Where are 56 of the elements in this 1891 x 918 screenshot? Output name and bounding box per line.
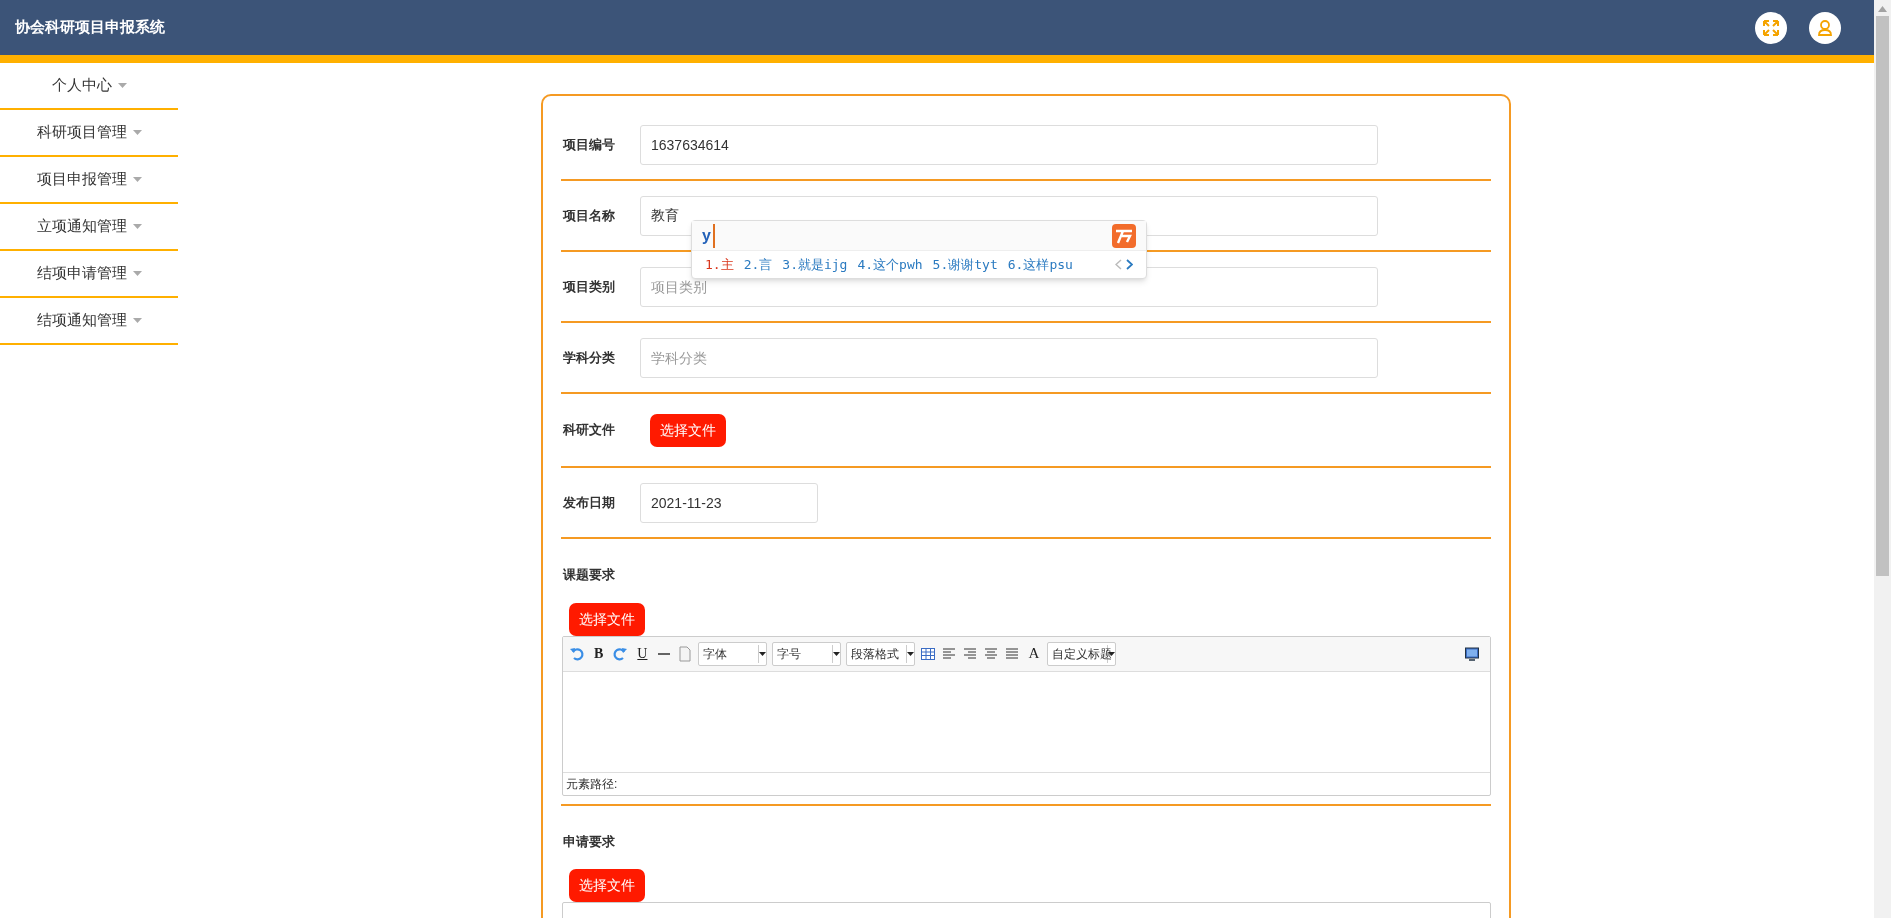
caret-icon[interactable]: [907, 651, 915, 656]
sidebar-item[interactable]: 结项申请管理: [0, 251, 178, 298]
sidebar-item[interactable]: 科研项目管理: [0, 110, 178, 157]
align-left-icon[interactable]: [941, 645, 958, 662]
previous-icon[interactable]: [1115, 259, 1122, 270]
caret-icon: [132, 177, 142, 182]
align-center-icon[interactable]: [983, 645, 1000, 662]
scrollbar[interactable]: [1874, 0, 1891, 918]
font-color-button[interactable]: A: [1025, 642, 1043, 665]
user-button[interactable]: [1809, 11, 1841, 44]
choose-file-button[interactable]: 选择文件: [569, 869, 645, 902]
field-label: 项目类别: [561, 277, 616, 296]
font-select[interactable]: 字号: [772, 641, 842, 666]
monitor-icon[interactable]: [1464, 645, 1480, 662]
sidebar-item[interactable]: 立项通知管理: [0, 204, 178, 251]
field-label: 学科分类: [562, 348, 616, 367]
justify-icon[interactable]: [1004, 645, 1021, 662]
table-icon[interactable]: [920, 645, 937, 662]
redo-icon[interactable]: [612, 645, 629, 662]
input-field[interactable]: 学科分类: [640, 337, 1378, 378]
app-title: 协会科研项目申报系统: [15, 17, 165, 38]
user-icon: [1816, 18, 1834, 37]
bold-button[interactable]: B: [590, 643, 608, 664]
choose-file-button[interactable]: 选择文件: [569, 602, 645, 636]
caret-icon: [132, 318, 142, 323]
field-label: 项目编号: [561, 135, 616, 154]
caret-icon: [132, 130, 142, 135]
caret-icon: [117, 83, 127, 88]
undo-icon[interactable]: [569, 645, 585, 662]
element-path-text: 元素路径:: [566, 775, 618, 793]
section-label: 课题要求: [561, 566, 616, 584]
font-select[interactable]: 字体: [698, 641, 768, 666]
underline-button[interactable]: U: [633, 643, 652, 664]
caret-icon: [132, 271, 142, 276]
rich-text-editor[interactable]: B U 字体 字号 段落格式 A 自定义标题 元素路径:: [562, 635, 1491, 796]
align-right-icon[interactable]: [962, 645, 979, 662]
scroll-up-icon[interactable]: [1878, 6, 1887, 12]
choose-file-button[interactable]: 选择文件: [650, 413, 726, 447]
font-select[interactable]: 段落格式: [846, 641, 916, 666]
input-field[interactable]: 2021-11-23: [640, 482, 818, 523]
expand-icon: [1762, 18, 1780, 37]
fullscreen-button[interactable]: [1755, 11, 1787, 44]
caret-icon[interactable]: [833, 651, 841, 656]
caret-icon: [132, 224, 142, 229]
composition-text: y: [702, 223, 715, 248]
field-label: 科研文件: [562, 421, 616, 440]
field-label: 发布日期: [562, 493, 616, 512]
font-select[interactable]: 自定义标题: [1047, 641, 1117, 666]
section-label: 申请要求: [562, 832, 616, 851]
input-field[interactable]: 1637634614: [640, 124, 1378, 165]
sidebar-item[interactable]: 个人中心: [0, 63, 178, 110]
sidebar-item[interactable]: 项目申报管理: [0, 157, 178, 204]
caret-icon[interactable]: [759, 651, 767, 656]
next-icon[interactable]: [1126, 259, 1133, 270]
sidebar-item[interactable]: 结项通知管理: [0, 298, 178, 345]
field-label: 项目名称: [561, 206, 616, 225]
